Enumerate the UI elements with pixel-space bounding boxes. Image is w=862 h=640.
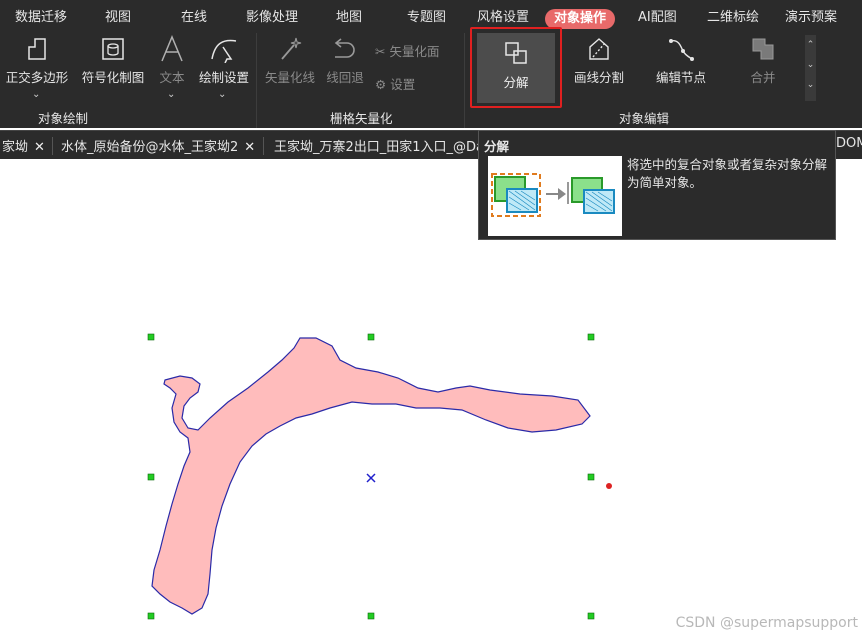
selection-handle[interactable] xyxy=(588,474,594,480)
gear-icon: ⚙ xyxy=(375,77,386,92)
selection-handle[interactable] xyxy=(368,334,374,340)
draw-settings-label: 绘制设置 xyxy=(194,67,254,86)
selection-handle[interactable] xyxy=(148,334,154,340)
tab-label: DOM xyxy=(836,136,862,151)
tab-label: 水体_原始备份@水体_王家坳2 xyxy=(61,140,238,155)
selection-handle[interactable] xyxy=(148,613,154,619)
group-divider xyxy=(464,33,465,128)
water-polygon[interactable] xyxy=(152,338,590,614)
menu-view[interactable]: 视图 xyxy=(105,8,131,28)
vectorize-line-button[interactable]: 矢量化线 xyxy=(262,35,318,86)
text-dropdown-icon[interactable]: ⌄ xyxy=(167,89,175,100)
draw-line-split-icon xyxy=(585,35,613,63)
orthogonal-polygon-button[interactable]: 正交多边形 xyxy=(4,35,70,86)
merge-icon xyxy=(749,35,777,63)
tab-label: 王家坳_万寨2出口_田家1入口_@Da xyxy=(274,140,484,155)
raster-group-label: 栅格矢量化 xyxy=(330,108,393,127)
text-label: 文本 xyxy=(154,67,190,86)
selection-handle[interactable] xyxy=(588,613,594,619)
edit-nodes-icon xyxy=(667,35,695,63)
orthogonal-polygon-dropdown-icon[interactable]: ⌄ xyxy=(32,89,40,100)
draw-group-label: 对象绘制 xyxy=(38,108,88,127)
scroll-down-icon[interactable]: ⌄ xyxy=(805,55,816,75)
ribbon-scrollbar[interactable]: ⌃ ⌄ ⌄ xyxy=(805,35,816,101)
draw-settings-dropdown-icon[interactable]: ⌄ xyxy=(218,89,226,100)
menu-data-migration[interactable]: 数据迁移 xyxy=(15,8,67,28)
magic-wand-icon xyxy=(276,35,304,63)
tab-dom[interactable]: DOM xyxy=(836,136,862,151)
symbol-mapping-label: 符号化制图 xyxy=(78,67,148,86)
menu-2d-plotting[interactable]: 二维标绘 xyxy=(707,8,759,28)
line-undo-label: 线回退 xyxy=(322,67,368,86)
text-icon xyxy=(158,35,186,63)
selection-handle[interactable] xyxy=(588,334,594,340)
tooltip-title: 分解 xyxy=(484,136,509,155)
split-illustration-icon xyxy=(488,156,622,236)
selection-handle[interactable] xyxy=(148,474,154,480)
menu-object-operations[interactable]: 对象操作 xyxy=(545,9,615,29)
vectorize-line-label: 矢量化线 xyxy=(262,67,318,86)
watermark: CSDN @supermapsupport xyxy=(676,615,858,631)
raster-settings-button[interactable]: ⚙ 设置 xyxy=(375,74,415,93)
menu-ai-mapping[interactable]: AI配图 xyxy=(638,8,677,28)
edit-group-label: 对象编辑 xyxy=(619,108,669,127)
menu-image-processing[interactable]: 影像处理 xyxy=(246,8,298,28)
vectorize-polygon-button[interactable]: ✂ 矢量化面 xyxy=(375,41,439,60)
tab-label: 家坳 xyxy=(2,140,28,155)
close-icon[interactable]: ✕ xyxy=(34,140,45,155)
menu-bar: 数据迁移 视图 在线 影像处理 地图 专题图 风格设置 对象操作 AI配图 二维… xyxy=(0,0,862,33)
tab-wangjiaao-map[interactable]: 王家坳_万寨2出口_田家1入口_@Da xyxy=(274,136,484,155)
text-button[interactable]: 文本 xyxy=(154,35,190,86)
draw-settings-button[interactable]: 绘制设置 xyxy=(194,35,254,86)
symbol-mapping-button[interactable]: 符号化制图 xyxy=(78,35,148,86)
close-icon[interactable]: ✕ xyxy=(244,140,255,155)
menu-map[interactable]: 地图 xyxy=(336,8,362,28)
orthogonal-polygon-label: 正交多边形 xyxy=(4,67,70,86)
group-divider xyxy=(256,33,257,128)
draw-line-split-label: 画线分割 xyxy=(566,67,632,86)
expand-icon[interactable]: ⌄ xyxy=(805,75,816,95)
redo-arrow-icon xyxy=(331,35,359,63)
scroll-up-icon[interactable]: ⌃ xyxy=(805,35,816,55)
menu-demo-plan[interactable]: 演示预案 xyxy=(785,8,837,28)
merge-label: 合并 xyxy=(736,67,790,86)
tooltip-description: 将选中的复合对象或者复杂对象分解为简单对象。 xyxy=(627,156,832,192)
split-highlight-box xyxy=(470,27,562,108)
line-undo-button[interactable]: 线回退 xyxy=(322,35,368,86)
tab-divider xyxy=(52,137,53,155)
orthogonal-polygon-icon xyxy=(23,35,51,63)
ribbon: 正交多边形 ⌄ 符号化制图 文本 ⌄ 绘制设置 ⌄ 对象绘制 矢量化线 xyxy=(0,33,862,128)
selection-handle[interactable] xyxy=(368,613,374,619)
menu-style-settings[interactable]: 风格设置 xyxy=(477,8,529,28)
draw-settings-icon xyxy=(209,35,239,63)
rotation-anchor-icon[interactable] xyxy=(606,483,612,489)
symbol-mapping-icon xyxy=(99,35,127,63)
tooltip-illustration xyxy=(488,156,622,236)
merge-button[interactable]: 合并 xyxy=(736,35,790,86)
split-tooltip: 分解 将选中的复合对象或者复杂对象分解为简单对象。 xyxy=(478,130,836,240)
edit-nodes-label: 编辑节点 xyxy=(648,67,714,86)
menu-thematic-map[interactable]: 专题图 xyxy=(407,8,446,28)
center-marker-icon xyxy=(367,474,375,482)
raster-settings-label: 设置 xyxy=(390,77,415,92)
vectorize-polygon-label: 矢量化面 xyxy=(389,44,439,59)
draw-line-split-button[interactable]: 画线分割 xyxy=(566,35,632,86)
vectorize-polygon-icon: ✂ xyxy=(375,44,385,59)
edit-nodes-button[interactable]: 编辑节点 xyxy=(648,35,714,86)
tab-water-backup[interactable]: 水体_原始备份@水体_王家坳2 ✕ xyxy=(61,136,255,155)
menu-online[interactable]: 在线 xyxy=(181,8,207,28)
tab-water-wangjiaao[interactable]: 家坳 ✕ xyxy=(2,136,45,155)
tab-divider xyxy=(263,137,264,155)
